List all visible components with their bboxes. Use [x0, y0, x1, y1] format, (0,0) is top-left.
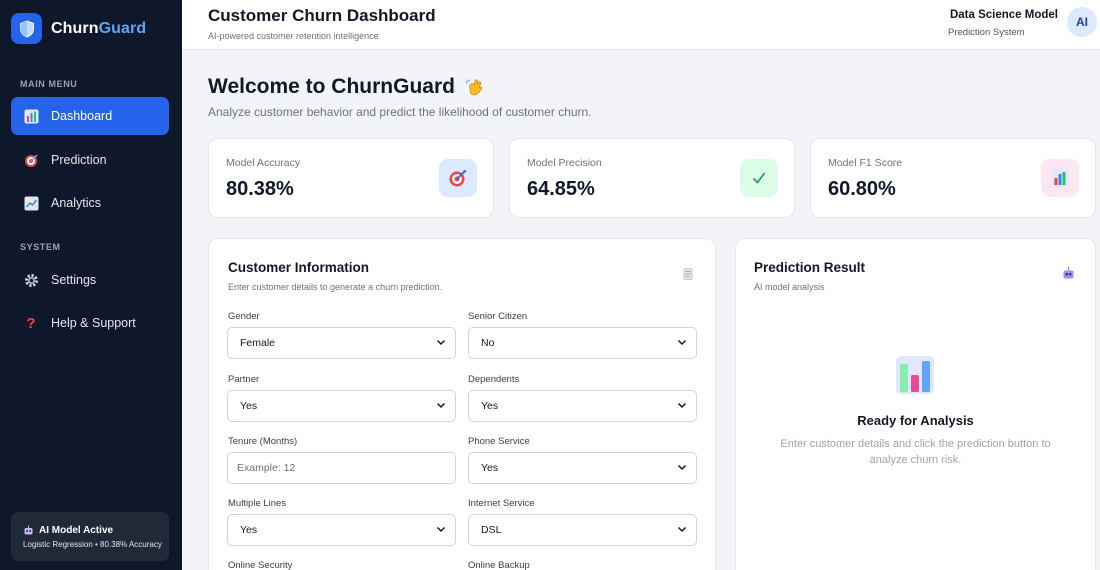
avatar[interactable]: AI: [1067, 7, 1097, 37]
phone-service-label: Phone Service: [468, 436, 530, 447]
sidebar-item-label: Settings: [51, 273, 97, 287]
partner-select[interactable]: Yes: [227, 390, 456, 422]
user-role: Prediction System: [948, 27, 1025, 38]
sidebar-item-label: Prediction: [51, 153, 107, 167]
sidebar-item-prediction[interactable]: Prediction: [11, 141, 169, 179]
stat-label: Model Accuracy: [226, 157, 301, 169]
senior-citizen-label: Senior Citizen: [468, 311, 528, 322]
system-label: SYSTEM: [20, 242, 61, 252]
bar-chart-icon: [23, 108, 39, 124]
chevron-down-icon: [436, 402, 446, 409]
bar-chart-icon: [896, 356, 934, 394]
internet-service-select[interactable]: DSL: [468, 514, 697, 546]
senior-citizen-select[interactable]: No: [468, 327, 697, 359]
shield-logo-icon: [11, 13, 42, 44]
brand-name: ChurnGuard: [51, 19, 147, 37]
sidebar-item-help[interactable]: ? Help & Support: [11, 304, 169, 342]
chevron-down-icon: [677, 526, 687, 533]
form-subtitle: Enter customer details to generate a chu…: [228, 282, 443, 292]
robot-icon: [1062, 267, 1075, 283]
sidebar-item-label: Help & Support: [51, 316, 136, 330]
multiple-lines-label: Multiple Lines: [228, 498, 287, 509]
page-title: Customer Churn Dashboard: [208, 6, 436, 25]
stat-label: Model Precision: [527, 157, 602, 169]
dependents-label: Dependents: [468, 374, 520, 385]
user-name: Data Science Model: [949, 9, 1058, 21]
partner-label: Partner: [228, 374, 260, 385]
multiple-lines-select[interactable]: Yes: [227, 514, 456, 546]
stat-value: 60.80%: [828, 178, 896, 200]
sidebar-item-label: Dashboard: [51, 109, 113, 123]
chevron-down-icon: [677, 339, 687, 346]
question-icon: ?: [26, 314, 36, 332]
gear-icon: [23, 272, 39, 288]
chevron-down-icon: [436, 526, 446, 533]
ready-title: Ready for Analysis: [857, 413, 974, 428]
top-header: Customer Churn Dashboard AI-powered cust…: [182, 0, 1100, 50]
main-menu-label: MAIN MENU: [20, 79, 78, 89]
robot-icon: [23, 525, 34, 536]
stat-value: 80.38%: [226, 178, 294, 200]
model-status-subtitle: Logistic Regression • 80.38% Accuracy: [23, 540, 162, 549]
stat-label: Model F1 Score: [828, 157, 903, 169]
form-title: Customer Information: [228, 260, 370, 275]
brand[interactable]: ChurnGuard: [11, 13, 146, 44]
online-backup-label: Online Backup: [468, 560, 530, 570]
chevron-down-icon: [677, 464, 687, 471]
model-status-card: AI Model Active Logistic Regression • 80…: [11, 512, 169, 561]
document-icon: [683, 268, 693, 283]
online-security-label: Online Security: [228, 560, 293, 570]
target-icon: [439, 159, 477, 197]
tenure-label: Tenure (Months): [228, 436, 298, 447]
target-icon: [23, 152, 39, 168]
result-title: Prediction Result: [754, 260, 866, 275]
line-chart-icon: [23, 195, 39, 211]
bar-chart-icon: [1041, 159, 1079, 197]
stat-card-precision: Model Precision 64.85%: [509, 138, 795, 218]
sidebar: ChurnGuard MAIN MENU Dashboard Predictio…: [0, 0, 182, 570]
sidebar-item-analytics[interactable]: Analytics: [11, 184, 169, 222]
ready-text: Enter customer details and click the pre…: [780, 438, 1051, 466]
stat-card-f1: Model F1 Score 60.80%: [810, 138, 1096, 218]
chevron-down-icon: [436, 339, 446, 346]
welcome-subtitle: Analyze customer behavior and predict th…: [208, 105, 592, 119]
gender-select[interactable]: Female: [227, 327, 456, 359]
check-icon: [740, 159, 778, 197]
model-status-title: AI Model Active: [39, 525, 114, 536]
dependents-select[interactable]: Yes: [468, 390, 697, 422]
page-subtitle: AI-powered customer retention intelligen…: [208, 31, 379, 41]
wave-hand-icon: [464, 76, 486, 98]
tenure-input[interactable]: [227, 452, 456, 484]
result-subtitle: AI model analysis: [754, 282, 825, 292]
internet-service-label: Internet Service: [468, 498, 535, 509]
sidebar-item-label: Analytics: [51, 196, 102, 210]
sidebar-item-dashboard[interactable]: Dashboard: [11, 97, 169, 135]
stat-value: 64.85%: [527, 178, 595, 200]
gender-label: Gender: [228, 311, 260, 322]
stat-card-accuracy: Model Accuracy 80.38%: [208, 138, 494, 218]
sidebar-item-settings[interactable]: Settings: [11, 261, 169, 299]
welcome-heading: Welcome to ChurnGuard: [208, 75, 486, 99]
chevron-down-icon: [677, 402, 687, 409]
phone-service-select[interactable]: Yes: [468, 452, 697, 484]
